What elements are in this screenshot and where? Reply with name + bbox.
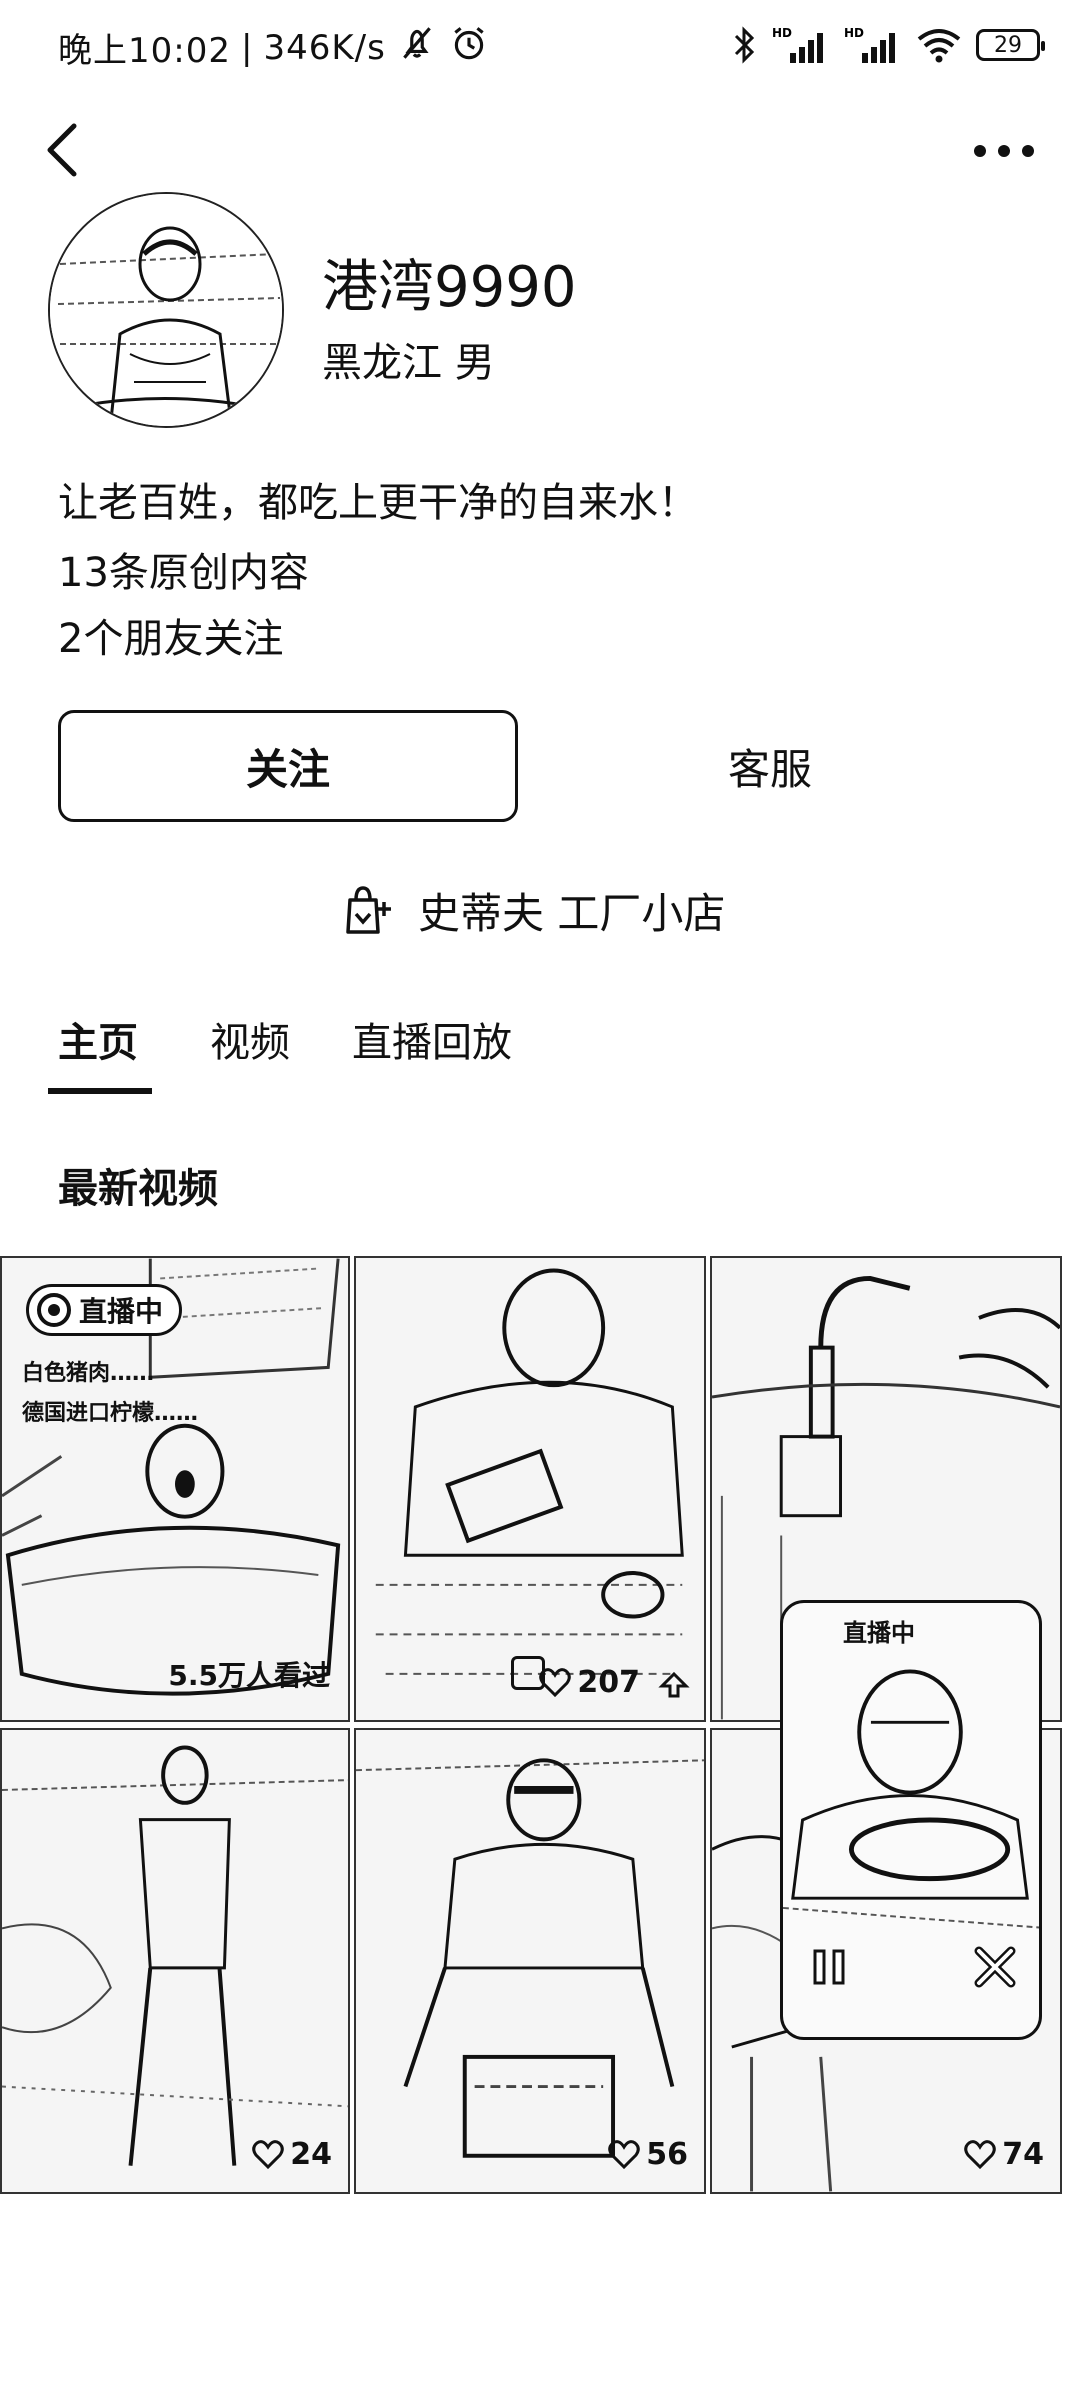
signal-hd-1-icon: HD bbox=[772, 25, 830, 65]
share-icon bbox=[658, 1671, 690, 1698]
svg-text:HD: HD bbox=[844, 26, 864, 40]
tab-videos[interactable]: 视频 bbox=[210, 1010, 290, 1094]
bluetooth-icon bbox=[730, 24, 758, 66]
video-tile-5[interactable]: 56 bbox=[354, 1728, 706, 2194]
live-badge-label: 直播中 bbox=[79, 1295, 164, 1328]
live-badge: 直播中 bbox=[26, 1284, 183, 1336]
avatar[interactable] bbox=[48, 192, 284, 428]
like-count: 56 bbox=[608, 2137, 688, 2172]
like-count-value: 56 bbox=[646, 2137, 688, 2172]
customer-service-button[interactable]: 客服 bbox=[600, 710, 940, 822]
tile-caption: 白色猪肉…… 德国进口柠檬…… bbox=[22, 1354, 198, 1434]
svg-text:HD: HD bbox=[772, 26, 792, 40]
shop-name: 史蒂夫 工厂小店 bbox=[418, 888, 726, 938]
floating-live-window[interactable]: 直播中 bbox=[780, 1600, 1042, 2040]
status-right: HD HD 29 bbox=[730, 24, 1045, 66]
close-icon[interactable] bbox=[971, 1943, 1019, 1991]
more-options-button[interactable] bbox=[968, 128, 1040, 174]
profile-name: 港湾9990 bbox=[322, 255, 577, 320]
video-thumbnail bbox=[356, 1758, 704, 2158]
chevron-left-icon bbox=[47, 123, 77, 177]
like-count-value: 207 bbox=[577, 1665, 640, 1700]
friends-following-count[interactable]: 2个朋友关注 bbox=[58, 606, 283, 664]
live-window-title: 直播中 bbox=[843, 1619, 915, 1647]
heart-icon bbox=[964, 2139, 996, 2169]
view-count: 5.5万人看过 bbox=[168, 1659, 330, 1692]
like-count-value: 74 bbox=[1002, 2137, 1044, 2172]
live-dot-icon bbox=[37, 1293, 71, 1327]
like-count: 24 bbox=[252, 2137, 332, 2172]
original-content-count[interactable]: 13条原创内容 bbox=[58, 540, 309, 598]
profile-tabs: 主页 视频 直播回放 bbox=[48, 1010, 512, 1094]
network-speed: 346K/s bbox=[263, 27, 386, 68]
alarm-icon bbox=[448, 22, 490, 73]
avatar-image bbox=[50, 194, 282, 426]
caption-line-1: 白色猪肉…… bbox=[22, 1361, 155, 1386]
status-divider: | bbox=[240, 27, 254, 68]
heart-icon bbox=[608, 2139, 640, 2169]
status-left: 晚上10:02 | 346K/s bbox=[58, 22, 490, 73]
wifi-icon bbox=[916, 25, 962, 65]
video-tile-4[interactable]: 24 bbox=[0, 1728, 350, 2194]
like-count: 74 bbox=[964, 2137, 1044, 2172]
latest-videos-title: 最新视频 bbox=[58, 1166, 218, 1212]
shopping-bag-icon bbox=[346, 886, 391, 934]
signal-hd-2-icon: HD bbox=[844, 25, 902, 65]
back-button[interactable] bbox=[38, 118, 94, 182]
video-tile-2[interactable]: 207 bbox=[354, 1256, 706, 1722]
profile-region-gender: 黑龙江 男 bbox=[322, 340, 495, 386]
video-thumbnail bbox=[375, 1268, 684, 1675]
tab-home[interactable]: 主页 bbox=[48, 1010, 152, 1094]
profile-bio: 让老百姓，都吃上更干净的自来水！ bbox=[58, 480, 698, 526]
follow-button[interactable]: 关注 bbox=[58, 710, 518, 822]
heart-icon bbox=[539, 1667, 572, 1697]
tab-live-replay[interactable]: 直播回放 bbox=[352, 1010, 512, 1094]
like-count-value: 24 bbox=[290, 2137, 332, 2172]
more-dots-icon bbox=[974, 145, 1034, 157]
status-bar: 晚上10:02 | 346K/s HD HD 29 bbox=[0, 0, 1080, 96]
heart-icon bbox=[252, 2139, 284, 2169]
mute-icon bbox=[396, 22, 438, 73]
pause-icon[interactable] bbox=[805, 1943, 853, 1991]
battery-icon: 29 bbox=[976, 29, 1045, 61]
video-tile-1[interactable]: 直播中 白色猪肉…… 德国进口柠檬…… 5.5万人看过 bbox=[0, 1256, 350, 1722]
video-thumbnail bbox=[2, 1745, 348, 2166]
caption-line-2: 德国进口柠檬…… bbox=[22, 1401, 199, 1426]
status-time: 晚上10:02 bbox=[58, 31, 231, 71]
shop-link[interactable]: 史蒂夫 工厂小店 bbox=[340, 870, 725, 950]
like-count: 207 bbox=[539, 1665, 640, 1700]
